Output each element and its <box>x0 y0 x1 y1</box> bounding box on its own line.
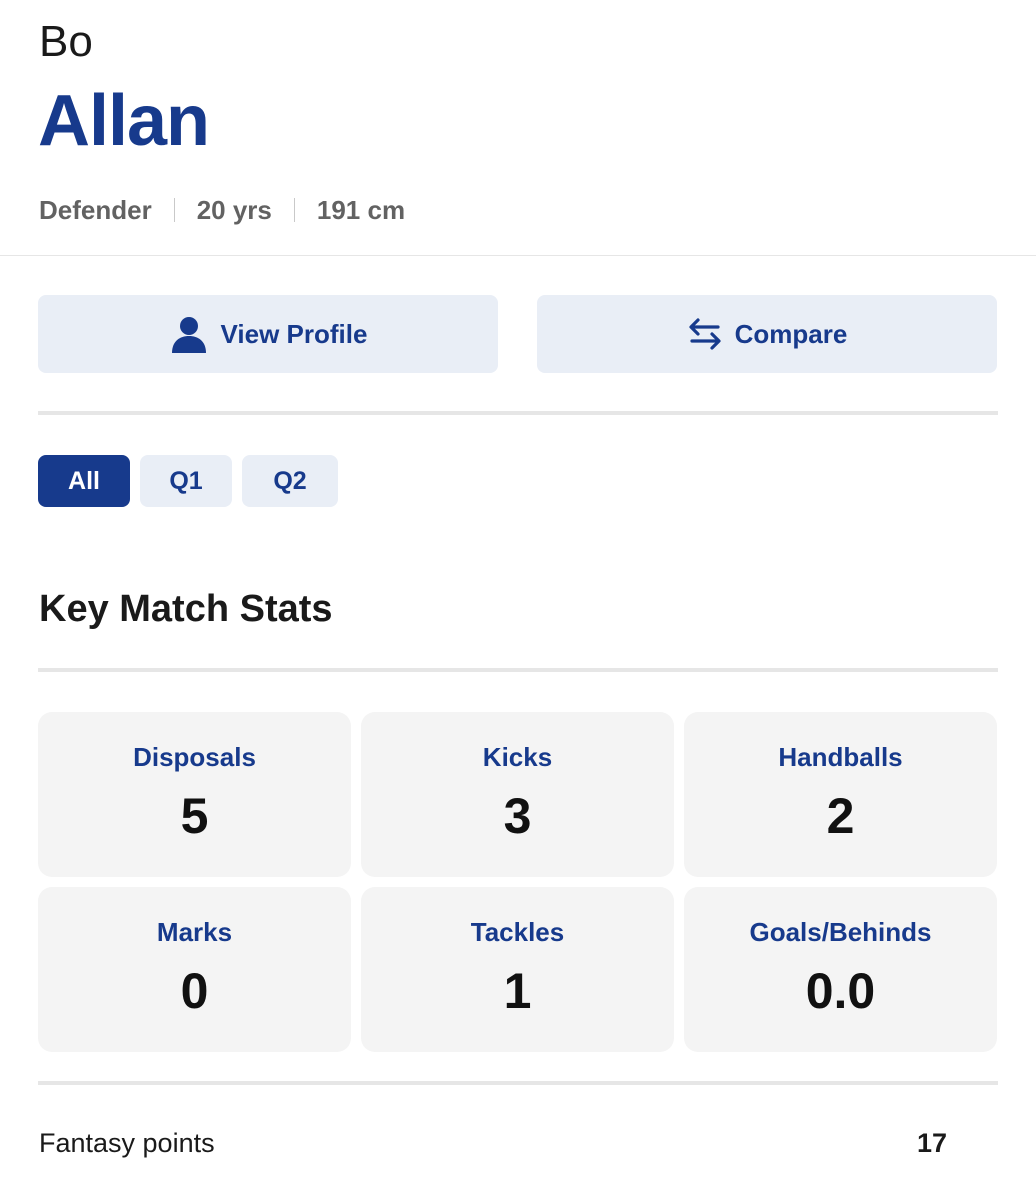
player-last-name: Allan <box>38 81 210 161</box>
quarter-tabs: All Q1 Q2 <box>38 455 338 507</box>
stat-label: Tackles <box>470 917 565 947</box>
stat-card-marks: Marks 0 <box>38 887 351 1052</box>
stats-grid: Disposals 5 Kicks 3 Handballs 2 Marks 0 … <box>38 712 998 1052</box>
tab-q1[interactable]: Q1 <box>140 455 232 507</box>
stat-value: 3 <box>503 788 532 844</box>
player-age: 20 yrs <box>196 194 272 225</box>
compare-button[interactable]: Compare <box>537 295 997 373</box>
meta-divider <box>293 198 295 222</box>
meta-divider <box>173 198 175 222</box>
stat-card-goals-behinds: Goals/Behinds 0.0 <box>684 887 997 1052</box>
stat-card-kicks: Kicks 3 <box>361 712 674 877</box>
stat-value: 0.0 <box>805 963 876 1019</box>
stat-card-tackles: Tackles 1 <box>361 887 674 1052</box>
stat-value: 0 <box>180 963 209 1019</box>
swap-arrows-icon <box>687 316 723 352</box>
header-divider <box>0 255 1036 256</box>
fantasy-points-value: 17 <box>916 1127 947 1158</box>
player-match-page: Bo Allan Defender 20 yrs 191 cm View Pro… <box>0 0 1036 1200</box>
player-height: 191 cm <box>316 194 406 225</box>
stat-value: 2 <box>826 788 855 844</box>
stat-card-disposals: Disposals 5 <box>38 712 351 877</box>
person-icon <box>169 314 209 354</box>
stat-label: Kicks <box>482 742 553 772</box>
section-divider <box>38 411 998 415</box>
stat-value: 1 <box>503 963 532 1019</box>
view-profile-button[interactable]: View Profile <box>38 295 498 373</box>
player-meta: Defender 20 yrs 191 cm <box>39 192 405 228</box>
stat-label: Handballs <box>778 742 903 772</box>
fantasy-points-row: Fantasy points 17 <box>39 1120 959 1166</box>
tab-q2[interactable]: Q2 <box>242 455 338 507</box>
stat-label: Goals/Behinds <box>749 917 932 947</box>
stat-label: Disposals <box>133 742 256 772</box>
fantasy-points-label: Fantasy points <box>39 1127 215 1158</box>
compare-label: Compare <box>734 318 848 349</box>
stat-card-handballs: Handballs 2 <box>684 712 997 877</box>
section-divider <box>38 1081 998 1085</box>
player-first-name: Bo <box>39 17 93 66</box>
player-position: Defender <box>39 194 152 225</box>
key-match-stats-title: Key Match Stats <box>39 588 333 630</box>
tab-all[interactable]: All <box>38 455 130 507</box>
view-profile-label: View Profile <box>220 318 368 349</box>
stat-label: Marks <box>156 917 233 947</box>
section-divider <box>38 668 998 672</box>
stat-value: 5 <box>180 788 209 844</box>
